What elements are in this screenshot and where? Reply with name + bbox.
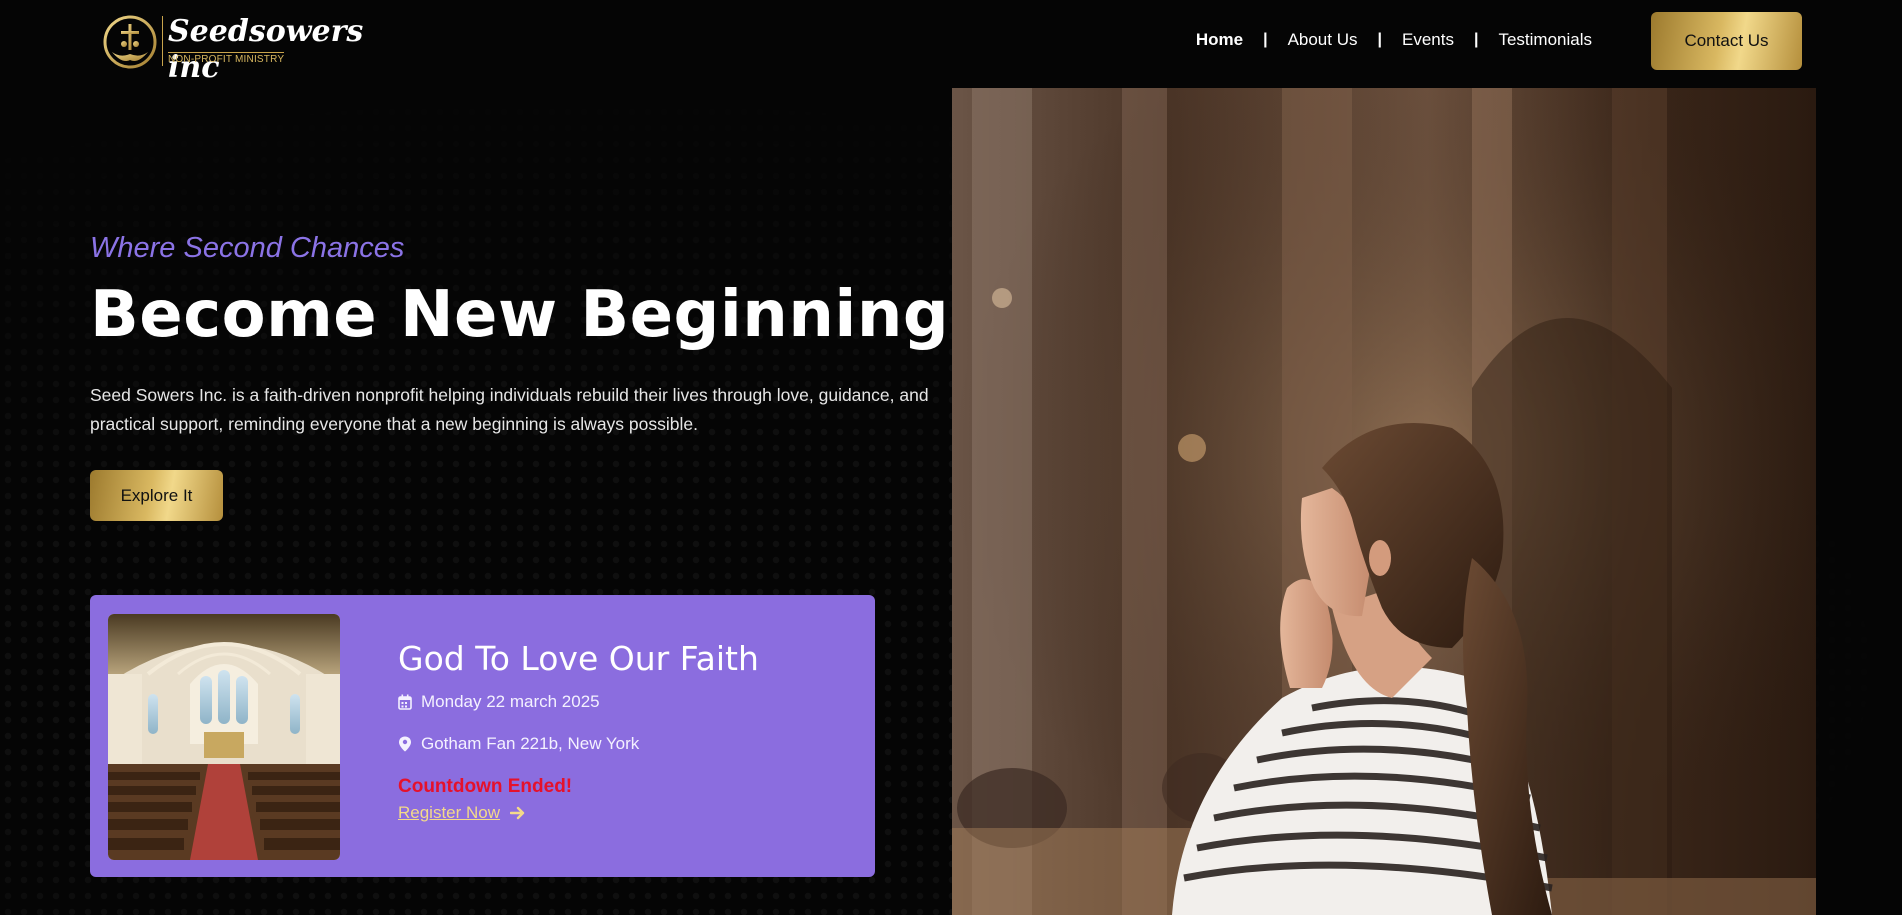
contact-us-button[interactable]: Contact Us	[1651, 12, 1802, 70]
arrow-right-icon	[510, 806, 525, 820]
main-nav: Home | About Us | Events | Testimonials	[1196, 30, 1592, 50]
nav-separator: |	[1473, 31, 1479, 48]
hero-headline: Become New Beginnings	[90, 278, 988, 352]
register-now-label: Register Now	[398, 803, 501, 822]
countdown-status: Countdown Ended!	[398, 776, 573, 797]
nav-item-home[interactable]: Home	[1196, 30, 1243, 50]
event-title: God To Love Our Faith	[398, 639, 759, 678]
nav-separator: |	[1377, 31, 1382, 48]
nav-separator: |	[1263, 31, 1268, 48]
map-pin-icon	[399, 736, 411, 752]
hero-tagline: Where Second Chances	[90, 232, 405, 264]
brand-logo[interactable]: Seedsowers inc NON-PROFIT MINISTRY	[102, 12, 363, 85]
nav-item-events[interactable]: Events	[1402, 30, 1454, 50]
ministry-emblem-icon	[103, 15, 157, 69]
church-interior-illustration	[108, 614, 340, 860]
site-header: Seedsowers inc NON-PROFIT MINISTRY Home …	[0, 0, 1902, 88]
event-location: Gotham Fan 221b, New York	[421, 734, 640, 753]
event-card: God To Love Our Faith Monday 22 march 20…	[90, 595, 875, 877]
nav-item-testimonials[interactable]: Testimonials	[1498, 30, 1592, 50]
event-church-image[interactable]	[108, 614, 340, 860]
explore-button[interactable]: Explore It	[90, 470, 223, 521]
event-location-row: Gotham Fan 221b, New York	[398, 734, 639, 754]
praying-woman-illustration	[952, 88, 1816, 915]
register-now-link[interactable]: Register Now	[398, 803, 526, 823]
hero-praying-woman-image	[952, 88, 1816, 915]
brand-name: Seedsowers inc	[168, 14, 364, 85]
nav-item-about-us[interactable]: About Us	[1288, 30, 1358, 50]
event-date-row: Monday 22 march 2025	[398, 692, 600, 712]
event-date: Monday 22 march 2025	[421, 692, 600, 711]
logo-divider	[162, 16, 163, 66]
brand-subtitle: NON-PROFIT MINISTRY	[168, 52, 285, 65]
hero-description: Seed Sowers Inc. is a faith-driven nonpr…	[90, 385, 929, 434]
calendar-icon	[398, 694, 412, 710]
